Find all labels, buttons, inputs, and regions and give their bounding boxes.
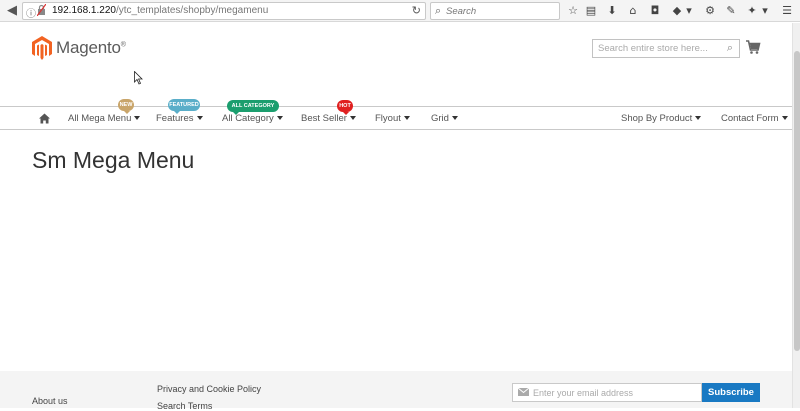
home-icon[interactable]: ⌂ xyxy=(625,3,641,19)
caret-down-icon xyxy=(451,116,458,120)
newsletter-email-input[interactable]: Enter your email address xyxy=(512,383,702,402)
info-icon[interactable]: ⓘ xyxy=(26,5,36,20)
footer-link-search-terms[interactable]: Search Terms xyxy=(157,401,212,411)
badge-new: NEW xyxy=(118,99,134,114)
subscribe-button[interactable]: Subscribe xyxy=(702,383,760,402)
caret-down-icon xyxy=(134,116,141,120)
mega-menu-nav: All Mega Menu Features All Category Best… xyxy=(0,106,792,130)
nav-item-flyout[interactable]: Flyout xyxy=(375,113,410,124)
cart-icon[interactable] xyxy=(745,39,761,55)
mouse-cursor-icon xyxy=(134,71,143,85)
magento-logo-icon xyxy=(32,36,52,60)
logo-text: Magento® xyxy=(56,38,126,57)
back-icon[interactable]: ◀ xyxy=(4,3,20,19)
caret-down-icon xyxy=(403,116,410,120)
download-icon[interactable]: ⬇ xyxy=(604,3,620,19)
store-search-input[interactable]: Search entire store here... ⌕ xyxy=(592,39,740,58)
caret-down-icon xyxy=(276,116,283,120)
browser-toolbar: ◀ ⓘ 192.168.1.220/ytc_templates/shopby/m… xyxy=(0,0,800,22)
store-search-placeholder: Search entire store here... xyxy=(598,43,708,54)
scrollbar-thumb[interactable] xyxy=(794,51,800,351)
extension-diamond-icon[interactable]: ◆ xyxy=(669,3,685,19)
footer: About us Privacy and Cookie Policy Searc… xyxy=(0,371,792,411)
caret-down-icon xyxy=(781,116,788,120)
footer-link-privacy[interactable]: Privacy and Cookie Policy xyxy=(157,384,261,394)
page-scrollbar[interactable] xyxy=(792,23,800,408)
gear-icon[interactable]: ⚙ xyxy=(702,3,718,19)
nav-item-grid[interactable]: Grid xyxy=(431,113,458,124)
bookmark-star-icon[interactable]: ☆ xyxy=(565,3,581,19)
page-title: Sm Mega Menu xyxy=(32,147,195,173)
caret-down-icon xyxy=(196,116,203,120)
search-icon[interactable]: ⌕ xyxy=(727,41,733,55)
search-icon: ⌕ xyxy=(435,4,442,17)
footer-link-about-us[interactable]: About us xyxy=(32,396,68,406)
url-text: 192.168.1.220/ytc_templates/shopby/megam… xyxy=(52,5,268,16)
browser-search-input[interactable]: ⌕ Search xyxy=(430,2,560,20)
browser-search-placeholder: Search xyxy=(446,6,477,17)
nav-item-features[interactable]: Features xyxy=(156,113,203,124)
reading-list-icon[interactable]: ▤ xyxy=(583,3,599,19)
address-bar[interactable]: ⓘ 192.168.1.220/ytc_templates/shopby/meg… xyxy=(22,2,426,20)
nav-item-shop-by-product[interactable]: Shop By Product xyxy=(621,113,702,124)
reload-icon[interactable]: ↻ xyxy=(412,4,421,17)
tools-icon[interactable]: ✎ xyxy=(723,3,739,19)
nav-item-all-mega-menu[interactable]: All Mega Menu xyxy=(68,113,141,124)
menu-icon[interactable]: ☰ xyxy=(779,3,795,19)
insecure-lock-icon xyxy=(37,4,46,16)
envelope-icon xyxy=(518,388,529,396)
badge-featured: FEATURED xyxy=(168,99,200,114)
badge-all-category: ALL CATEGORY xyxy=(227,100,279,115)
newsletter-placeholder: Enter your email address xyxy=(533,388,634,398)
extension-dropdown-icon[interactable]: ▾ xyxy=(684,3,694,19)
addon-dropdown-icon[interactable]: ▾ xyxy=(760,3,770,19)
caret-down-icon xyxy=(349,116,356,120)
addon-icon[interactable]: ✦ xyxy=(744,3,760,19)
url-path: /ytc_templates/shopby/megamenu xyxy=(115,5,269,16)
pocket-icon[interactable]: ◘ xyxy=(647,3,663,19)
page-content: Magento® Search entire store here... ⌕ A… xyxy=(0,23,792,411)
nav-item-contact-form[interactable]: Contact Form xyxy=(721,113,788,124)
nav-item-all-category[interactable]: All Category xyxy=(222,113,283,124)
logo[interactable]: Magento® xyxy=(32,35,126,61)
badge-hot: HOT xyxy=(337,100,353,115)
url-host: 192.168.1.220 xyxy=(52,5,116,16)
home-icon[interactable] xyxy=(39,113,50,124)
caret-down-icon xyxy=(695,116,702,120)
